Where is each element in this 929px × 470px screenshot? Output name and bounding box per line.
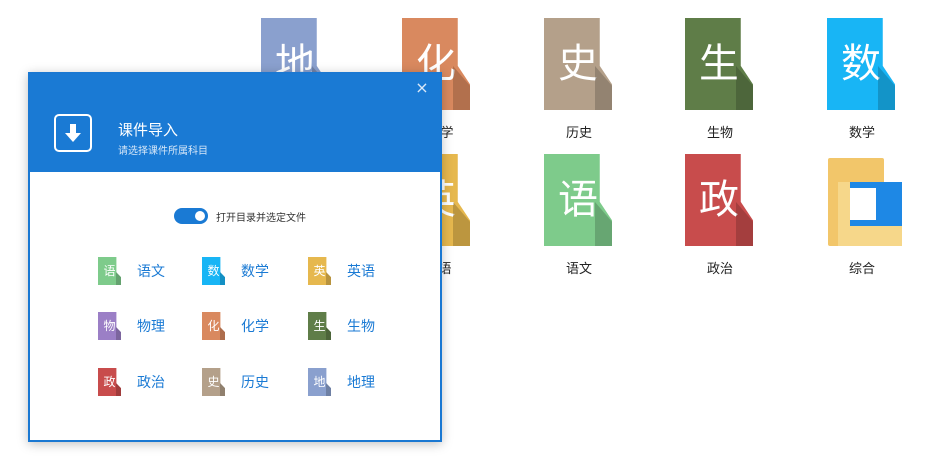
folder-label: 综合 bbox=[848, 262, 875, 277]
subject-name: 历史 bbox=[241, 375, 269, 391]
subject-name: 生物 bbox=[347, 319, 375, 335]
dialog-title: 课件导入 bbox=[118, 121, 179, 139]
subject-tile: 语 bbox=[98, 257, 121, 285]
subject-geography[interactable]: 地 地理 bbox=[308, 368, 375, 396]
subject-math[interactable]: 数 数学 bbox=[202, 257, 269, 285]
subject-tile: 物 bbox=[98, 312, 121, 340]
subject-chemistry[interactable]: 化 化学 bbox=[202, 312, 269, 340]
desktop-icon-label: 历史 bbox=[565, 126, 592, 141]
close-icon[interactable]: × bbox=[414, 80, 430, 96]
subject-name: 英语 bbox=[347, 264, 375, 280]
download-icon bbox=[54, 114, 92, 152]
folder-icon[interactable] bbox=[828, 158, 904, 248]
subject-tile: 史 bbox=[202, 368, 225, 396]
subject-tile: 地 bbox=[308, 368, 331, 396]
math-tile: 数 bbox=[827, 18, 895, 110]
subject-biology[interactable]: 生 生物 bbox=[308, 312, 375, 340]
politics-tile: 政 bbox=[685, 154, 753, 246]
subject-tile: 生 bbox=[308, 312, 331, 340]
subject-name: 化学 bbox=[241, 319, 269, 335]
open-directory-toggle-row: 打开目录并选定文件 bbox=[174, 208, 306, 224]
toggle-label: 打开目录并选定文件 bbox=[216, 212, 306, 224]
subject-tile: 数 bbox=[202, 257, 225, 285]
dialog-header: × 课件导入 请选择课件所属科目 bbox=[30, 74, 440, 172]
course-import-dialog: × 课件导入 请选择课件所属科目 打开目录并选定文件 语 语文 数 数学 英 英… bbox=[28, 72, 442, 442]
subject-name: 数学 bbox=[241, 264, 269, 280]
subject-name: 政治 bbox=[137, 375, 165, 391]
desktop-icon-label: 语文 bbox=[565, 262, 592, 277]
subject-name: 地理 bbox=[347, 375, 375, 391]
subject-tile: 政 bbox=[98, 368, 121, 396]
dialog-subtitle: 请选择课件所属科目 bbox=[118, 146, 208, 157]
biology-tile: 生 bbox=[685, 18, 753, 110]
subject-name: 语文 bbox=[137, 264, 165, 280]
open-directory-toggle[interactable] bbox=[174, 208, 208, 224]
history-tile: 史 bbox=[544, 18, 612, 110]
desktop-icon-label: 数学 bbox=[848, 126, 875, 141]
subject-english[interactable]: 英 英语 bbox=[308, 257, 375, 285]
subject-politics[interactable]: 政 政治 bbox=[98, 368, 165, 396]
subject-tile: 化 bbox=[202, 312, 225, 340]
desktop-icon-label: 生物 bbox=[706, 126, 733, 141]
subject-physics[interactable]: 物 物理 bbox=[98, 312, 165, 340]
subject-name: 物理 bbox=[137, 319, 165, 335]
subject-history[interactable]: 史 历史 bbox=[202, 368, 269, 396]
subject-chinese[interactable]: 语 语文 bbox=[98, 257, 165, 285]
desktop-icon-label: 政治 bbox=[706, 262, 733, 277]
subject-tile: 英 bbox=[308, 257, 331, 285]
chinese-tile: 语 bbox=[544, 154, 612, 246]
